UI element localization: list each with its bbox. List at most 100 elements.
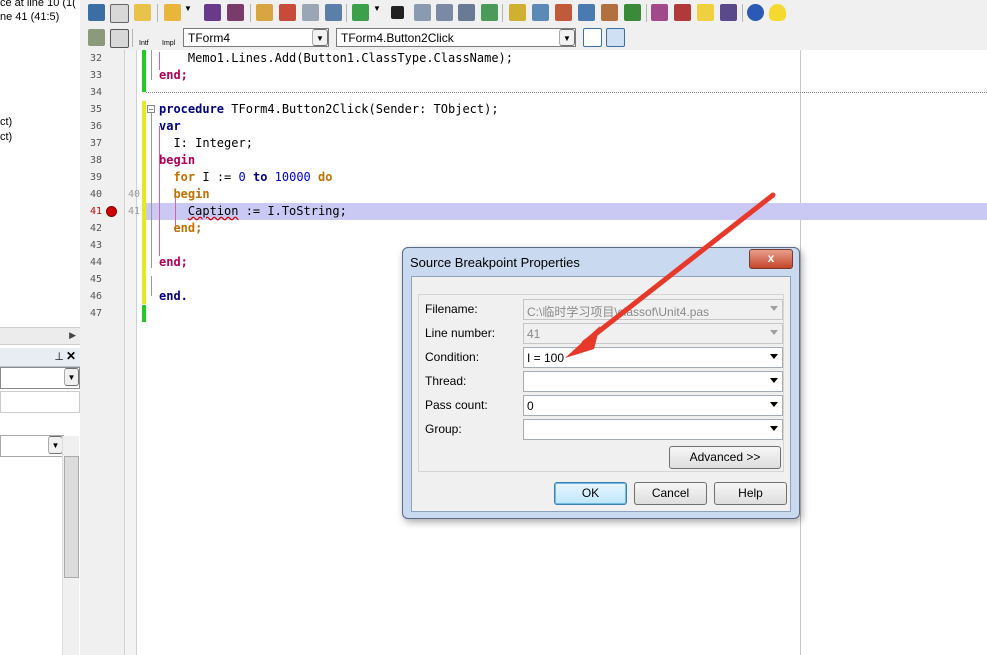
chevron-down-icon[interactable]: ▼ xyxy=(373,4,381,21)
pass-count-label: Pass count: xyxy=(425,398,488,412)
library-icon[interactable] xyxy=(601,4,618,21)
horizontal-scrollbar[interactable]: ▶ xyxy=(0,327,80,345)
code-line[interactable]: 37 I: Integer; xyxy=(80,135,987,152)
trace-icon[interactable] xyxy=(458,4,475,21)
options-icon[interactable] xyxy=(651,4,668,21)
step-over-icon[interactable] xyxy=(436,4,453,21)
implementation-icon[interactable]: Impl xyxy=(162,27,182,48)
class-combo[interactable]: TForm4 ▼ xyxy=(183,28,329,47)
add-file-icon[interactable] xyxy=(256,4,273,21)
chevron-down-icon[interactable] xyxy=(770,402,778,407)
code-line[interactable]: 32 Memo1.Lines.Add(Button1.ClassType.Cla… xyxy=(80,50,987,67)
scrollbar-thumb[interactable] xyxy=(64,456,79,578)
thread-label: Thread: xyxy=(425,374,467,388)
palette-icon[interactable] xyxy=(532,4,549,21)
split-view-icon[interactable] xyxy=(110,29,129,48)
left-dock-panel: ce at line 10 (1( ne 41 (41:5) ct) ct) ▶… xyxy=(0,0,80,655)
panel-combo-2[interactable]: ▼ xyxy=(0,435,64,457)
code-line[interactable]: 42 end; xyxy=(80,220,987,237)
step-into-icon[interactable] xyxy=(414,4,431,21)
save-icon[interactable] xyxy=(204,4,221,21)
panel-combo[interactable]: ▼ xyxy=(0,367,80,389)
scroll-right-icon[interactable]: ▶ xyxy=(69,330,76,341)
chevron-down-icon xyxy=(770,330,778,335)
code-line[interactable]: 34 xyxy=(80,84,987,101)
code-line-breakpoint[interactable]: 41 41 Caption := I.ToString; xyxy=(80,203,987,220)
advanced-button[interactable]: Advanced >> xyxy=(669,446,781,469)
remove-file-icon[interactable] xyxy=(279,4,296,21)
chevron-down-icon[interactable] xyxy=(770,378,778,383)
panel-text-line: ne 41 (41:5) xyxy=(0,11,60,23)
tools-icon[interactable] xyxy=(555,4,572,21)
open-folder-icon[interactable] xyxy=(164,4,181,21)
chevron-down-icon[interactable]: ▼ xyxy=(48,436,63,454)
group-combo[interactable] xyxy=(523,419,783,440)
chevron-down-icon[interactable]: ▼ xyxy=(559,29,575,46)
code-line[interactable]: 36 var xyxy=(80,118,987,135)
code-line[interactable]: 39 for I := 0 to 10000 do xyxy=(80,169,987,186)
toggle-unit-icon[interactable] xyxy=(110,4,129,23)
chevron-down-icon xyxy=(770,306,778,311)
code-line[interactable]: 33 end; xyxy=(80,67,987,84)
notes-icon[interactable] xyxy=(697,4,714,21)
gear-icon[interactable] xyxy=(720,4,737,21)
filename-combo: C:\临时学习项目\classof\Unit4.pas xyxy=(523,299,783,320)
panel-field[interactable] xyxy=(0,391,80,413)
thread-combo[interactable] xyxy=(523,371,783,392)
breakpoint-icon[interactable] xyxy=(106,206,117,217)
panel-text-line: ct) xyxy=(0,116,13,128)
align-center-icon[interactable] xyxy=(606,28,625,47)
condition-combo[interactable]: I = 100 xyxy=(523,347,783,368)
pin-icon[interactable]: ⊥ xyxy=(54,350,64,363)
panel-header: ⊥ ✕ xyxy=(0,348,80,367)
group-label: Group: xyxy=(425,422,462,436)
run-to-cursor-icon[interactable] xyxy=(481,4,498,21)
method-combo[interactable]: TForm4.Button2Click ▼ xyxy=(336,28,576,47)
close-button[interactable]: x xyxy=(749,249,793,269)
stop-icon[interactable] xyxy=(391,6,404,19)
chevron-down-icon[interactable] xyxy=(770,354,778,359)
panel-text-line: ce at line 10 (1( xyxy=(0,0,76,9)
code-line[interactable]: 40 40 begin xyxy=(80,186,987,203)
condition-label: Condition: xyxy=(425,350,480,364)
panel-text-line: ct) xyxy=(0,131,13,143)
close-icon[interactable]: ✕ xyxy=(66,349,76,363)
view-form-icon[interactable] xyxy=(88,4,105,21)
line-number-label: Line number: xyxy=(425,326,496,340)
class-combo-value: TForm4 xyxy=(188,31,230,45)
new-item-icon[interactable] xyxy=(134,4,151,21)
help-icon[interactable] xyxy=(747,4,764,21)
properties-group: Filename: C:\临时学习项目\classof\Unit4.pas Li… xyxy=(418,294,784,472)
dialog-body: Filename: C:\临时学习项目\classof\Unit4.pas Li… xyxy=(411,276,791,512)
code-line[interactable]: 35 procedure TForm4.Button2Click(Sender:… xyxy=(80,101,987,118)
interface-icon[interactable]: Intf xyxy=(137,27,157,48)
filename-label: Filename: xyxy=(425,302,478,316)
dialog-title: Source Breakpoint Properties xyxy=(410,255,580,270)
deploy-icon[interactable] xyxy=(624,4,641,21)
align-left-icon[interactable] xyxy=(583,28,602,47)
method-combo-value: TForm4.Button2Click xyxy=(341,31,454,45)
line-number-combo: 41 xyxy=(523,323,783,344)
pass-count-combo[interactable]: 0 xyxy=(523,395,783,416)
lightbulb-icon[interactable] xyxy=(769,4,786,21)
chevron-down-icon[interactable] xyxy=(770,426,778,431)
run-icon[interactable] xyxy=(352,4,369,21)
component-icon[interactable] xyxy=(509,4,526,21)
save-all-icon[interactable] xyxy=(227,4,244,21)
chevron-down-icon[interactable]: ▼ xyxy=(64,368,79,386)
cancel-button[interactable]: Cancel xyxy=(634,482,707,505)
main-toolbar: ▼ ▼ xyxy=(80,0,987,27)
chevron-down-icon[interactable]: ▼ xyxy=(312,29,328,46)
breakpoint-properties-dialog: Source Breakpoint Properties x Filename:… xyxy=(402,247,800,519)
edit-icon[interactable] xyxy=(302,4,319,21)
windows-icon[interactable] xyxy=(674,4,691,21)
package-icon[interactable] xyxy=(578,4,595,21)
chevron-down-icon[interactable]: ▼ xyxy=(184,4,192,21)
help-button[interactable]: Help xyxy=(714,482,787,505)
ok-button[interactable]: OK xyxy=(554,482,627,505)
code-toolbar: Intf Impl TForm4 ▼ TForm4.Button2Click ▼ xyxy=(80,26,987,51)
download-icon[interactable] xyxy=(325,4,342,21)
vertical-scrollbar[interactable] xyxy=(62,436,79,655)
code-line[interactable]: 38 begin xyxy=(80,152,987,169)
browse-back-icon[interactable] xyxy=(88,29,105,46)
